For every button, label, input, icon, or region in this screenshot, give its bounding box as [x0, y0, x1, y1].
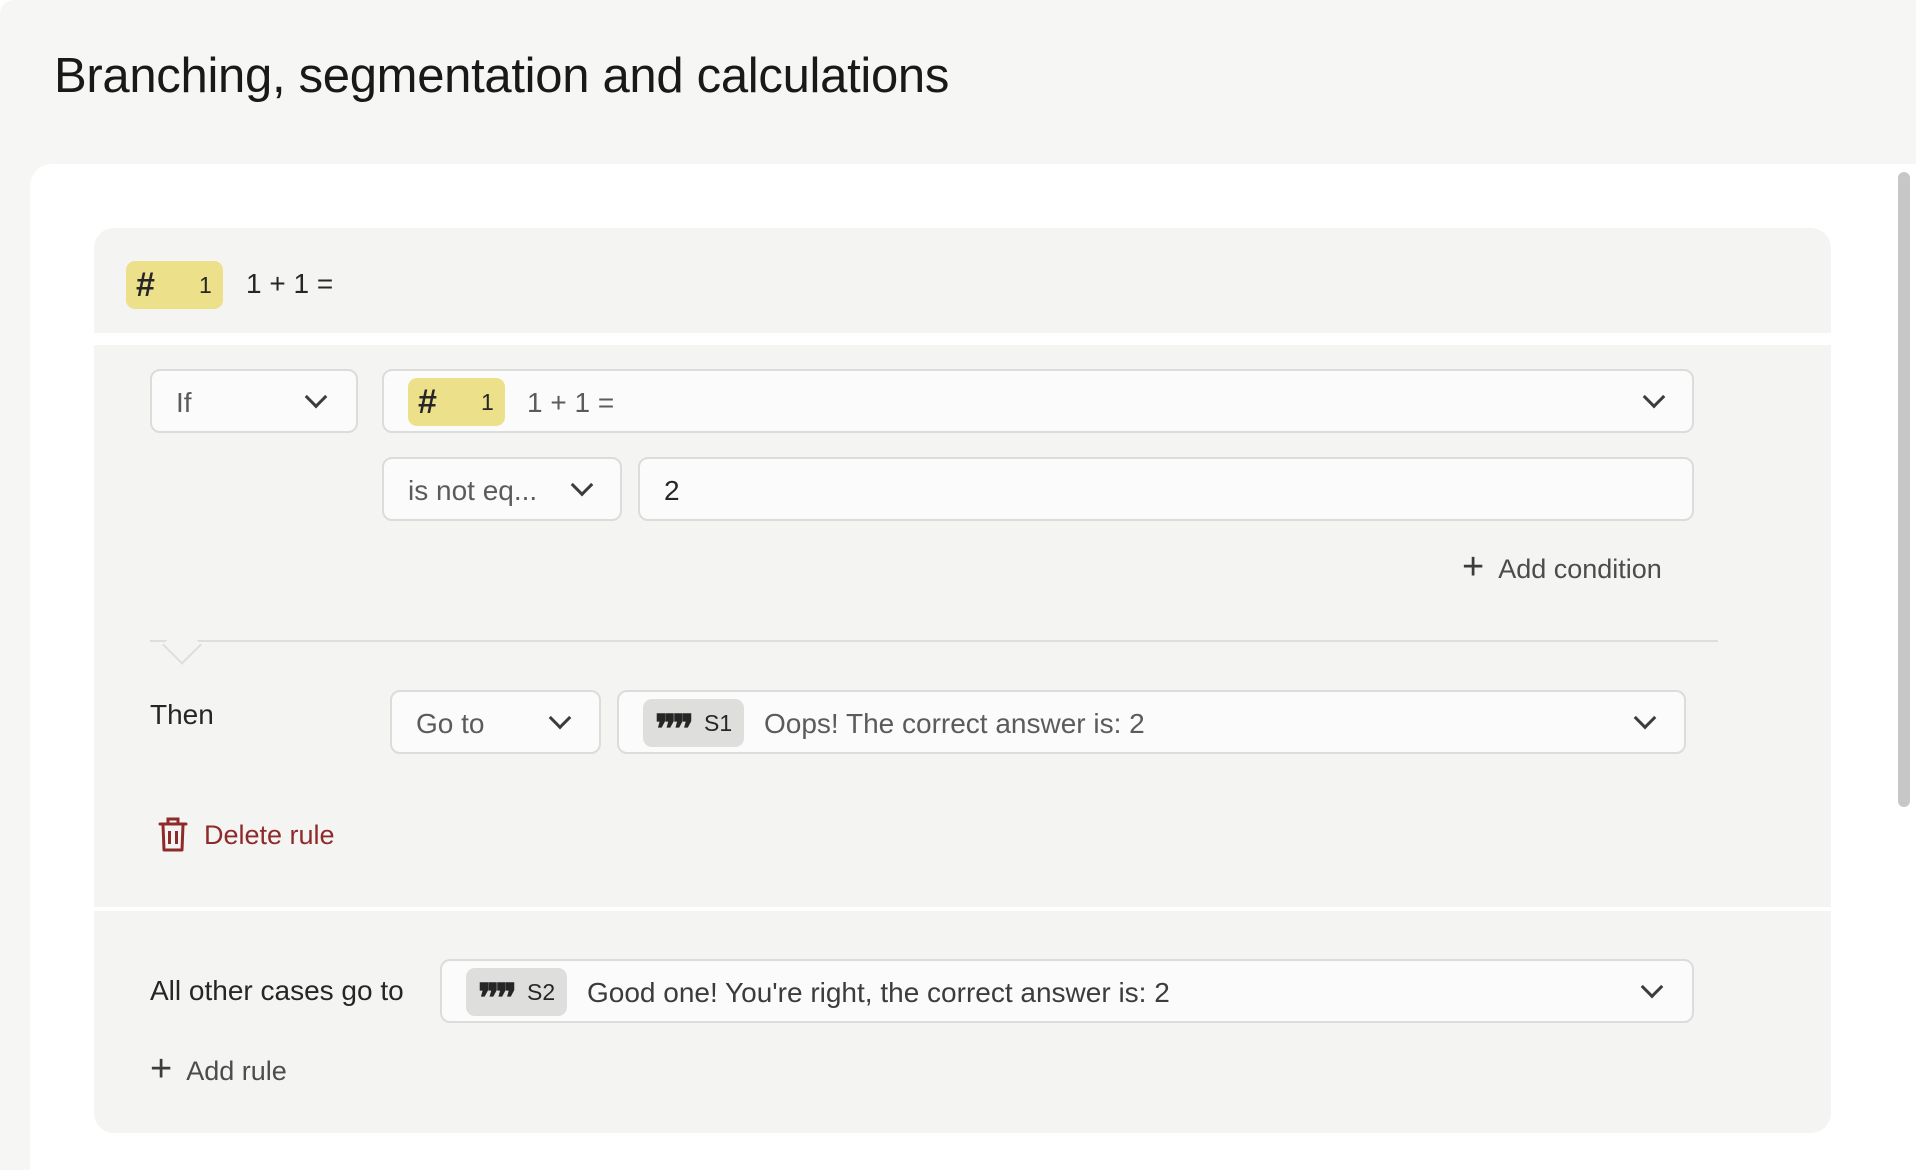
question-badge: # 1: [408, 378, 505, 426]
question-badge: # 1: [126, 261, 223, 309]
hash-icon: #: [136, 266, 155, 304]
statement-label: S1: [704, 709, 733, 736]
add-rule-label: Add rule: [186, 1055, 287, 1086]
question-number: 1: [199, 272, 212, 298]
statement-label: S2: [527, 978, 556, 1005]
chevron-down-icon: [1640, 975, 1664, 999]
hash-icon: #: [418, 383, 437, 421]
condition-question-select[interactable]: # 1 1 + 1 =: [382, 369, 1694, 433]
if-select[interactable]: If: [150, 369, 358, 433]
condition-value: 2: [664, 475, 680, 506]
action-value: Go to: [416, 708, 485, 739]
divider: [150, 640, 1718, 642]
then-label: Then: [150, 699, 214, 730]
operator-select[interactable]: is not eq...: [382, 457, 622, 521]
delete-rule-label: Delete rule: [204, 819, 335, 850]
question-number: 1: [481, 389, 494, 415]
add-condition-label: Add condition: [1498, 553, 1662, 584]
add-rule-button[interactable]: + Add rule: [150, 1050, 287, 1088]
question-card: # 1 1 + 1 =: [94, 228, 1831, 333]
page-frame: Branching, segmentation and calculations…: [0, 0, 1916, 1170]
default-target-text: Good one! You're right, the correct answ…: [587, 977, 1170, 1008]
default-label: All other cases go to: [150, 975, 404, 1006]
default-target-select[interactable]: ❞❞ S2 Good one! You're right, the correc…: [440, 959, 1694, 1023]
quote-icon: ❞❞: [655, 706, 694, 753]
chevron-down-icon: [304, 385, 328, 409]
plus-icon: +: [1462, 546, 1485, 588]
statement-badge: ❞❞ S1: [643, 699, 745, 753]
condition-question-text: 1 + 1 =: [527, 387, 615, 418]
chevron-down-icon: [1642, 385, 1666, 409]
chevron-down-icon: [570, 473, 594, 497]
target-select[interactable]: ❞❞ S1 Oops! The correct answer is: 2: [617, 690, 1686, 754]
delete-rule-button[interactable]: Delete rule: [156, 817, 335, 853]
condition-value-input[interactable]: 2: [638, 457, 1694, 521]
statement-badge: ❞❞ S2: [466, 968, 568, 1022]
target-text: Oops! The correct answer is: 2: [764, 708, 1145, 739]
trash-icon: [158, 817, 188, 852]
plus-icon: +: [150, 1048, 173, 1090]
add-condition-button[interactable]: + Add condition: [1462, 548, 1662, 586]
if-select-value: If: [176, 387, 192, 418]
chevron-down-icon: [548, 706, 572, 730]
quote-icon: ❞❞: [478, 975, 517, 1022]
page-title: Branching, segmentation and calculations: [54, 49, 950, 103]
operator-value: is not eq...: [408, 475, 538, 506]
chevron-down-icon: [1633, 706, 1657, 730]
action-select[interactable]: Go to: [390, 690, 601, 754]
scrollbar[interactable]: [1898, 172, 1910, 807]
question-text: 1 + 1 =: [246, 268, 334, 299]
